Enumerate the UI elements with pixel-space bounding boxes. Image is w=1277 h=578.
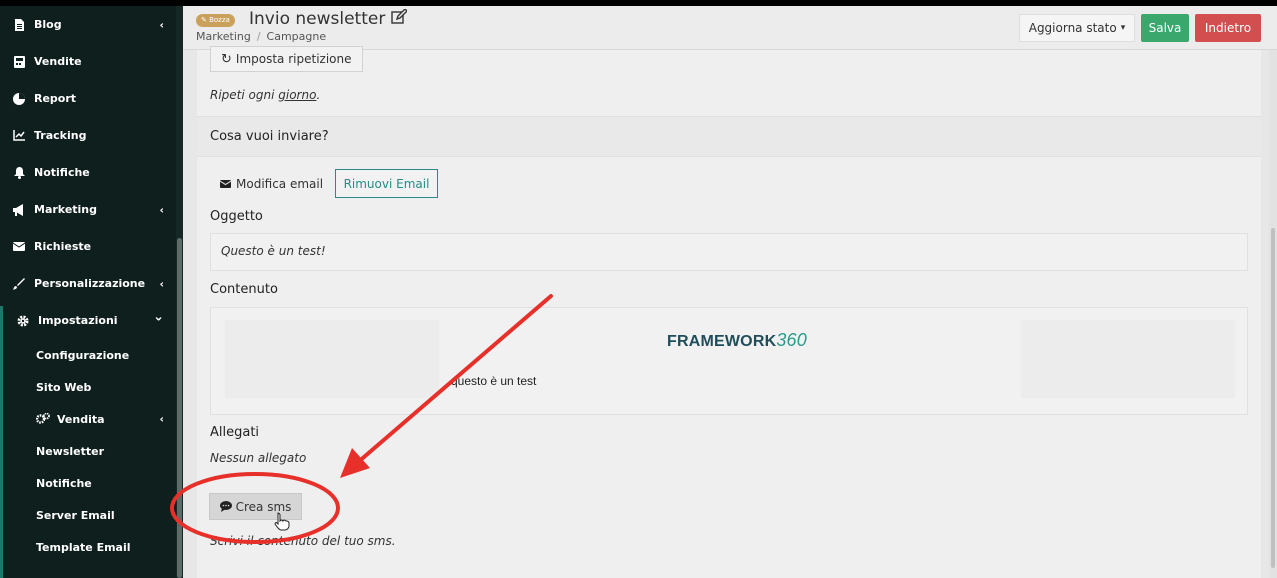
page-title: Invio newsletter (249, 8, 409, 29)
back-button[interactable]: Indietro (1195, 14, 1261, 42)
set-repeat-button[interactable]: ↻ Imposta ripetizione (210, 46, 363, 72)
envelope-icon (220, 180, 231, 188)
breadcrumb-separator: / (256, 30, 261, 43)
sidebar-item-tracking[interactable]: Tracking (0, 117, 176, 154)
calculator-icon (12, 55, 26, 69)
update-state-button[interactable]: Aggiorna stato ▾ (1019, 14, 1135, 42)
sidebar-subitem-server-email[interactable]: Server Email (0, 499, 176, 531)
subject-label: Oggetto (210, 209, 263, 224)
brush-icon (12, 277, 26, 291)
logo-text: FRAMEWORK (667, 333, 777, 350)
sidebar-subitem-label: Template Email (36, 540, 131, 554)
sidebar-item-label: Vendite (34, 55, 82, 68)
sidebar-item-label: Notifiche (34, 166, 90, 179)
breadcrumb: Marketing / Campagne (196, 30, 326, 43)
sidebar-item-personalizzazione[interactable]: Personalizzazione ‹ (0, 265, 176, 302)
refresh-icon: ↻ (221, 51, 232, 67)
sidebar-subitem-label: Vendita (57, 412, 105, 426)
save-button[interactable]: Salva (1141, 14, 1189, 42)
pie-chart-icon (12, 92, 26, 106)
megaphone-icon (12, 203, 26, 217)
sidebar-item-label: Richieste (34, 240, 92, 253)
subject-value: Questo è un test! (221, 244, 326, 258)
status-badge: ✎ Bozza (196, 14, 235, 27)
content-preview-box: FRAMEWORK360 questo è un test (210, 307, 1248, 415)
bell-icon (12, 166, 26, 180)
create-sms-label: Crea sms (235, 499, 292, 514)
page-header: ✎ Bozza Invio newsletter Marketing / Campa… (183, 6, 1277, 50)
chevron-left-icon: ‹ (159, 412, 164, 426)
status-badge-label: Bozza (209, 16, 230, 24)
update-state-label: Aggiorna stato (1028, 21, 1117, 35)
email-body-text: questo è un test (451, 374, 537, 388)
sidebar-item-label: Personalizzazione (34, 277, 146, 290)
document-icon (12, 18, 26, 32)
newsletter-card: ↻ Imposta ripetizione Ripeti ogni giorno… (197, 46, 1261, 578)
email-left-margin (225, 320, 439, 398)
sidebar-item-label: Blog (34, 18, 62, 31)
chevron-left-icon: ‹ (159, 18, 164, 31)
edit-email-label: Modifica email (236, 177, 324, 191)
sidebar-subitem-label: Server Email (36, 508, 115, 522)
sidebar-item-label: Marketing (34, 203, 98, 216)
envelope-icon (12, 240, 26, 254)
sidebar-subitem-notifiche[interactable]: Notifiche (0, 467, 176, 499)
breadcrumb-marketing[interactable]: Marketing (196, 30, 251, 43)
chevron-down-icon: ▾ (1120, 23, 1126, 33)
chevron-left-icon: ‹ (159, 203, 164, 216)
sidebar-scrollbar-thumb[interactable] (177, 238, 182, 578)
sidebar-item-notifiche[interactable]: Notifiche (0, 154, 176, 191)
repeat-note-prefix: Ripeti ogni (210, 88, 279, 102)
attachments-label: Allegati (210, 425, 260, 440)
sms-note: Scrivi il contenuto del tuo sms. (210, 534, 396, 548)
line-chart-icon (12, 129, 26, 143)
chevron-left-icon: ‹ (159, 277, 164, 290)
section-header: Cosa vuoi inviare? (197, 116, 1261, 157)
sidebar: Blog ‹ Vendite Report Tracking Notifiche… (0, 6, 183, 578)
sidebar-item-vendite[interactable]: Vendite (0, 43, 176, 80)
sidebar-item-marketing[interactable]: Marketing ‹ (0, 191, 176, 228)
breadcrumb-campagne[interactable]: Campagne (267, 30, 327, 43)
content-label: Contenuto (210, 282, 278, 297)
sidebar-subitem-label: Configurazione (36, 348, 130, 362)
sidebar-subitem-template-email[interactable]: Template Email (0, 531, 176, 563)
sidebar-item-label: Tracking (34, 129, 87, 142)
email-right-margin (1021, 320, 1235, 398)
sidebar-subitem-label: Sito Web (36, 380, 92, 394)
sidebar-item-report[interactable]: Report (0, 80, 176, 117)
page-title-text: Invio newsletter (249, 9, 386, 29)
main-area: ✎ Bozza Invio newsletter Marketing / Campa… (183, 6, 1277, 578)
remove-email-button[interactable]: Rimuovi Email (335, 169, 438, 198)
sidebar-subitem-newsletter[interactable]: Newsletter (0, 435, 176, 467)
sidebar-subitem-label: Notifiche (36, 476, 92, 490)
edit-small-icon: ✎ (201, 16, 210, 24)
sidebar-item-label: Impostazioni (38, 314, 118, 327)
sidebar-item-richieste[interactable]: Richieste (0, 228, 176, 265)
main-scrollbar-thumb[interactable] (1271, 228, 1275, 568)
sidebar-subitem-label: Newsletter (36, 444, 105, 458)
repeat-note: Ripeti ogni giorno. (210, 88, 320, 102)
edit-title-icon[interactable] (391, 8, 409, 29)
repeat-note-suffix: . (316, 88, 321, 102)
framework360-logo: FRAMEWORK360 (667, 330, 807, 351)
gear-icon (16, 314, 30, 328)
logo-number: 360 (776, 330, 807, 350)
gears-icon (36, 413, 50, 425)
repeat-frequency-link[interactable]: giorno (278, 88, 316, 102)
subject-box: Questo è un test! (210, 233, 1248, 271)
attachments-value: Nessun allegato (210, 451, 307, 465)
sidebar-subitem-configurazione[interactable]: Configurazione (0, 339, 176, 371)
sidebar-item-label: Report (34, 92, 77, 105)
sidebar-item-impostazioni[interactable]: Impostazioni ⌄ (0, 302, 176, 339)
sidebar-item-blog[interactable]: Blog ‹ (0, 6, 176, 43)
edit-email-button[interactable]: Modifica email (210, 170, 327, 198)
chevron-down-icon: ⌄ (153, 309, 164, 325)
set-repeat-label: Imposta ripetizione (235, 52, 352, 66)
sidebar-subitem-vendita[interactable]: Vendita ‹ (0, 403, 176, 435)
sidebar-subitem-sito-web[interactable]: Sito Web (0, 371, 176, 403)
create-sms-button[interactable]: Crea sms (209, 493, 302, 520)
section-title: Cosa vuoi inviare? (210, 129, 329, 144)
chat-bubble-icon (219, 501, 232, 512)
